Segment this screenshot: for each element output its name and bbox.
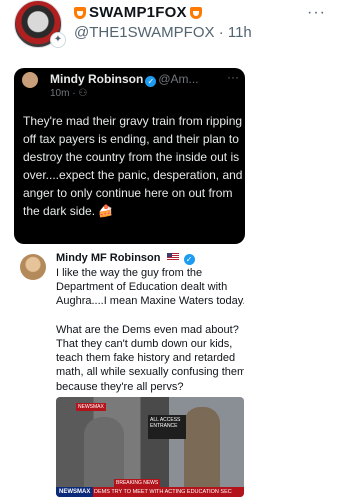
embedded-time: 10m (50, 88, 70, 99)
quoted-tweet-screenshot[interactable]: Mindy MF Robinson ✓ I like the way the g… (14, 246, 244, 500)
news-image[interactable]: ALL ACCESS ENTRANCE NEWSMAX BREAKING NEW… (56, 397, 244, 497)
chyron-headline: DEMS TRY TO MEET WITH ACTING EDUCATION S… (94, 489, 232, 495)
verified-badge-icon: ✓ (145, 76, 157, 87)
embedded-avatar (22, 72, 38, 88)
handle-row: @THE1SWAMPFOX · 11h (74, 24, 252, 41)
embedded-tweet-screenshot[interactable]: Mindy Robinson ✓ @Am... 10m · ⚇ ··· They'r… (14, 68, 245, 244)
user-handle[interactable]: @THE1SWAMPFOX (74, 24, 215, 41)
embedded-handle: @Am... (158, 72, 199, 86)
display-name[interactable]: SWAMP1FOX (89, 4, 187, 21)
post-header: ✦ SWAMP1FOX @THE1SWAMPFOX · 11h ··· (0, 0, 342, 58)
more-dots-icon[interactable]: ··· (307, 4, 326, 22)
embedded-name: Mindy Robinson (50, 72, 144, 86)
image-tag: NEWSMAX (76, 403, 106, 411)
separator-dot: · (72, 88, 76, 99)
globe-icon: ⚇ (78, 88, 88, 99)
name-row: SWAMP1FOX (74, 4, 202, 21)
fox-emoji-icon (189, 6, 202, 19)
embedded-meta: 10m · ⚇ (50, 88, 87, 99)
embedded-tweet-text: They're mad their gravy train from rippi… (23, 114, 243, 218)
fox-emoji-icon (74, 6, 86, 19)
news-chyron: NEWSMAX DEMS TRY TO MEET WITH ACTING EDU… (56, 487, 244, 497)
quoted-name: Mindy MF Robinson (56, 252, 161, 264)
post-time[interactable]: 11h (228, 24, 252, 41)
us-flag-icon (166, 253, 179, 261)
embedded-more-icon: ··· (227, 70, 239, 84)
network-logo: NEWSMAX (56, 487, 94, 497)
quoted-avatar (20, 254, 46, 280)
quoted-name-row: Mindy MF Robinson ✓ (56, 252, 195, 265)
embedded-name-row: Mindy Robinson ✓ @Am... (50, 72, 199, 87)
verified-badge-icon: ✓ (183, 254, 195, 265)
separator-dot: · (218, 24, 224, 41)
image-sign: ALL ACCESS ENTRANCE (148, 415, 186, 439)
quoted-tweet-text: I like the way the guy from the Departme… (56, 267, 244, 393)
image-person (184, 407, 220, 497)
breaking-news-tag: BREAKING NEWS (114, 479, 161, 487)
avatar-badge-icon: ✦ (50, 32, 66, 48)
